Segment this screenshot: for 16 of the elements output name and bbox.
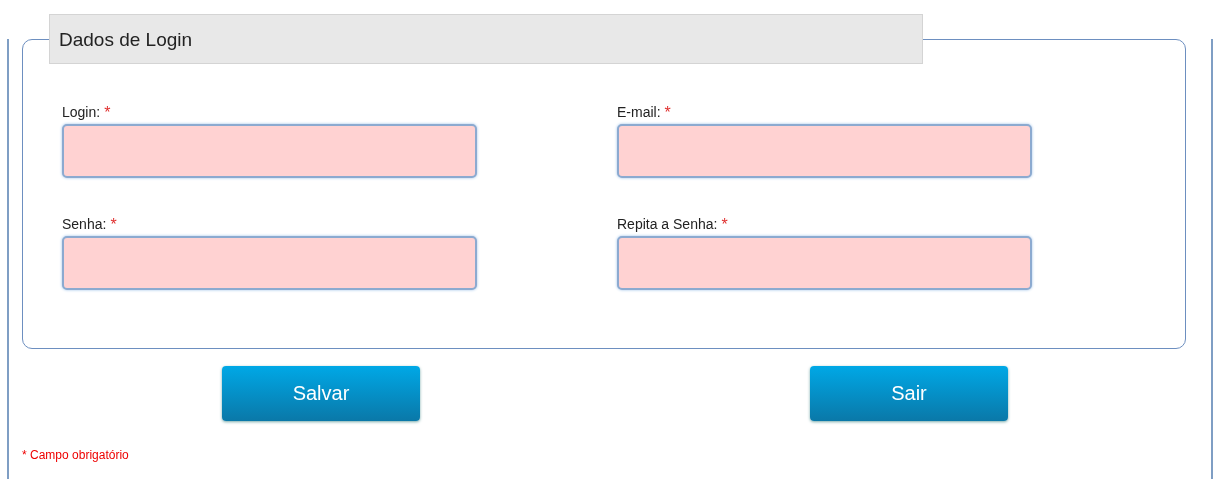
required-mark: * [721, 216, 728, 234]
field-label: E-mail: [617, 104, 661, 120]
required-mark: * [104, 104, 111, 122]
save-button[interactable]: Salvar [222, 366, 420, 421]
input-field[interactable] [617, 236, 1032, 290]
input-field[interactable] [617, 124, 1032, 178]
required-mark: * [664, 104, 671, 122]
required-mark: * [110, 216, 117, 234]
required-field-note: * Campo obrigatório [22, 448, 130, 462]
field-label: Senha: [62, 216, 107, 232]
field-label: Repita a Senha: [617, 216, 718, 232]
fieldset-legend: Dados de Login [49, 14, 923, 64]
input-field[interactable] [62, 124, 477, 178]
field-label: Login: [62, 104, 101, 120]
exit-button[interactable]: Sair [810, 366, 1008, 421]
input-field[interactable] [62, 236, 477, 290]
